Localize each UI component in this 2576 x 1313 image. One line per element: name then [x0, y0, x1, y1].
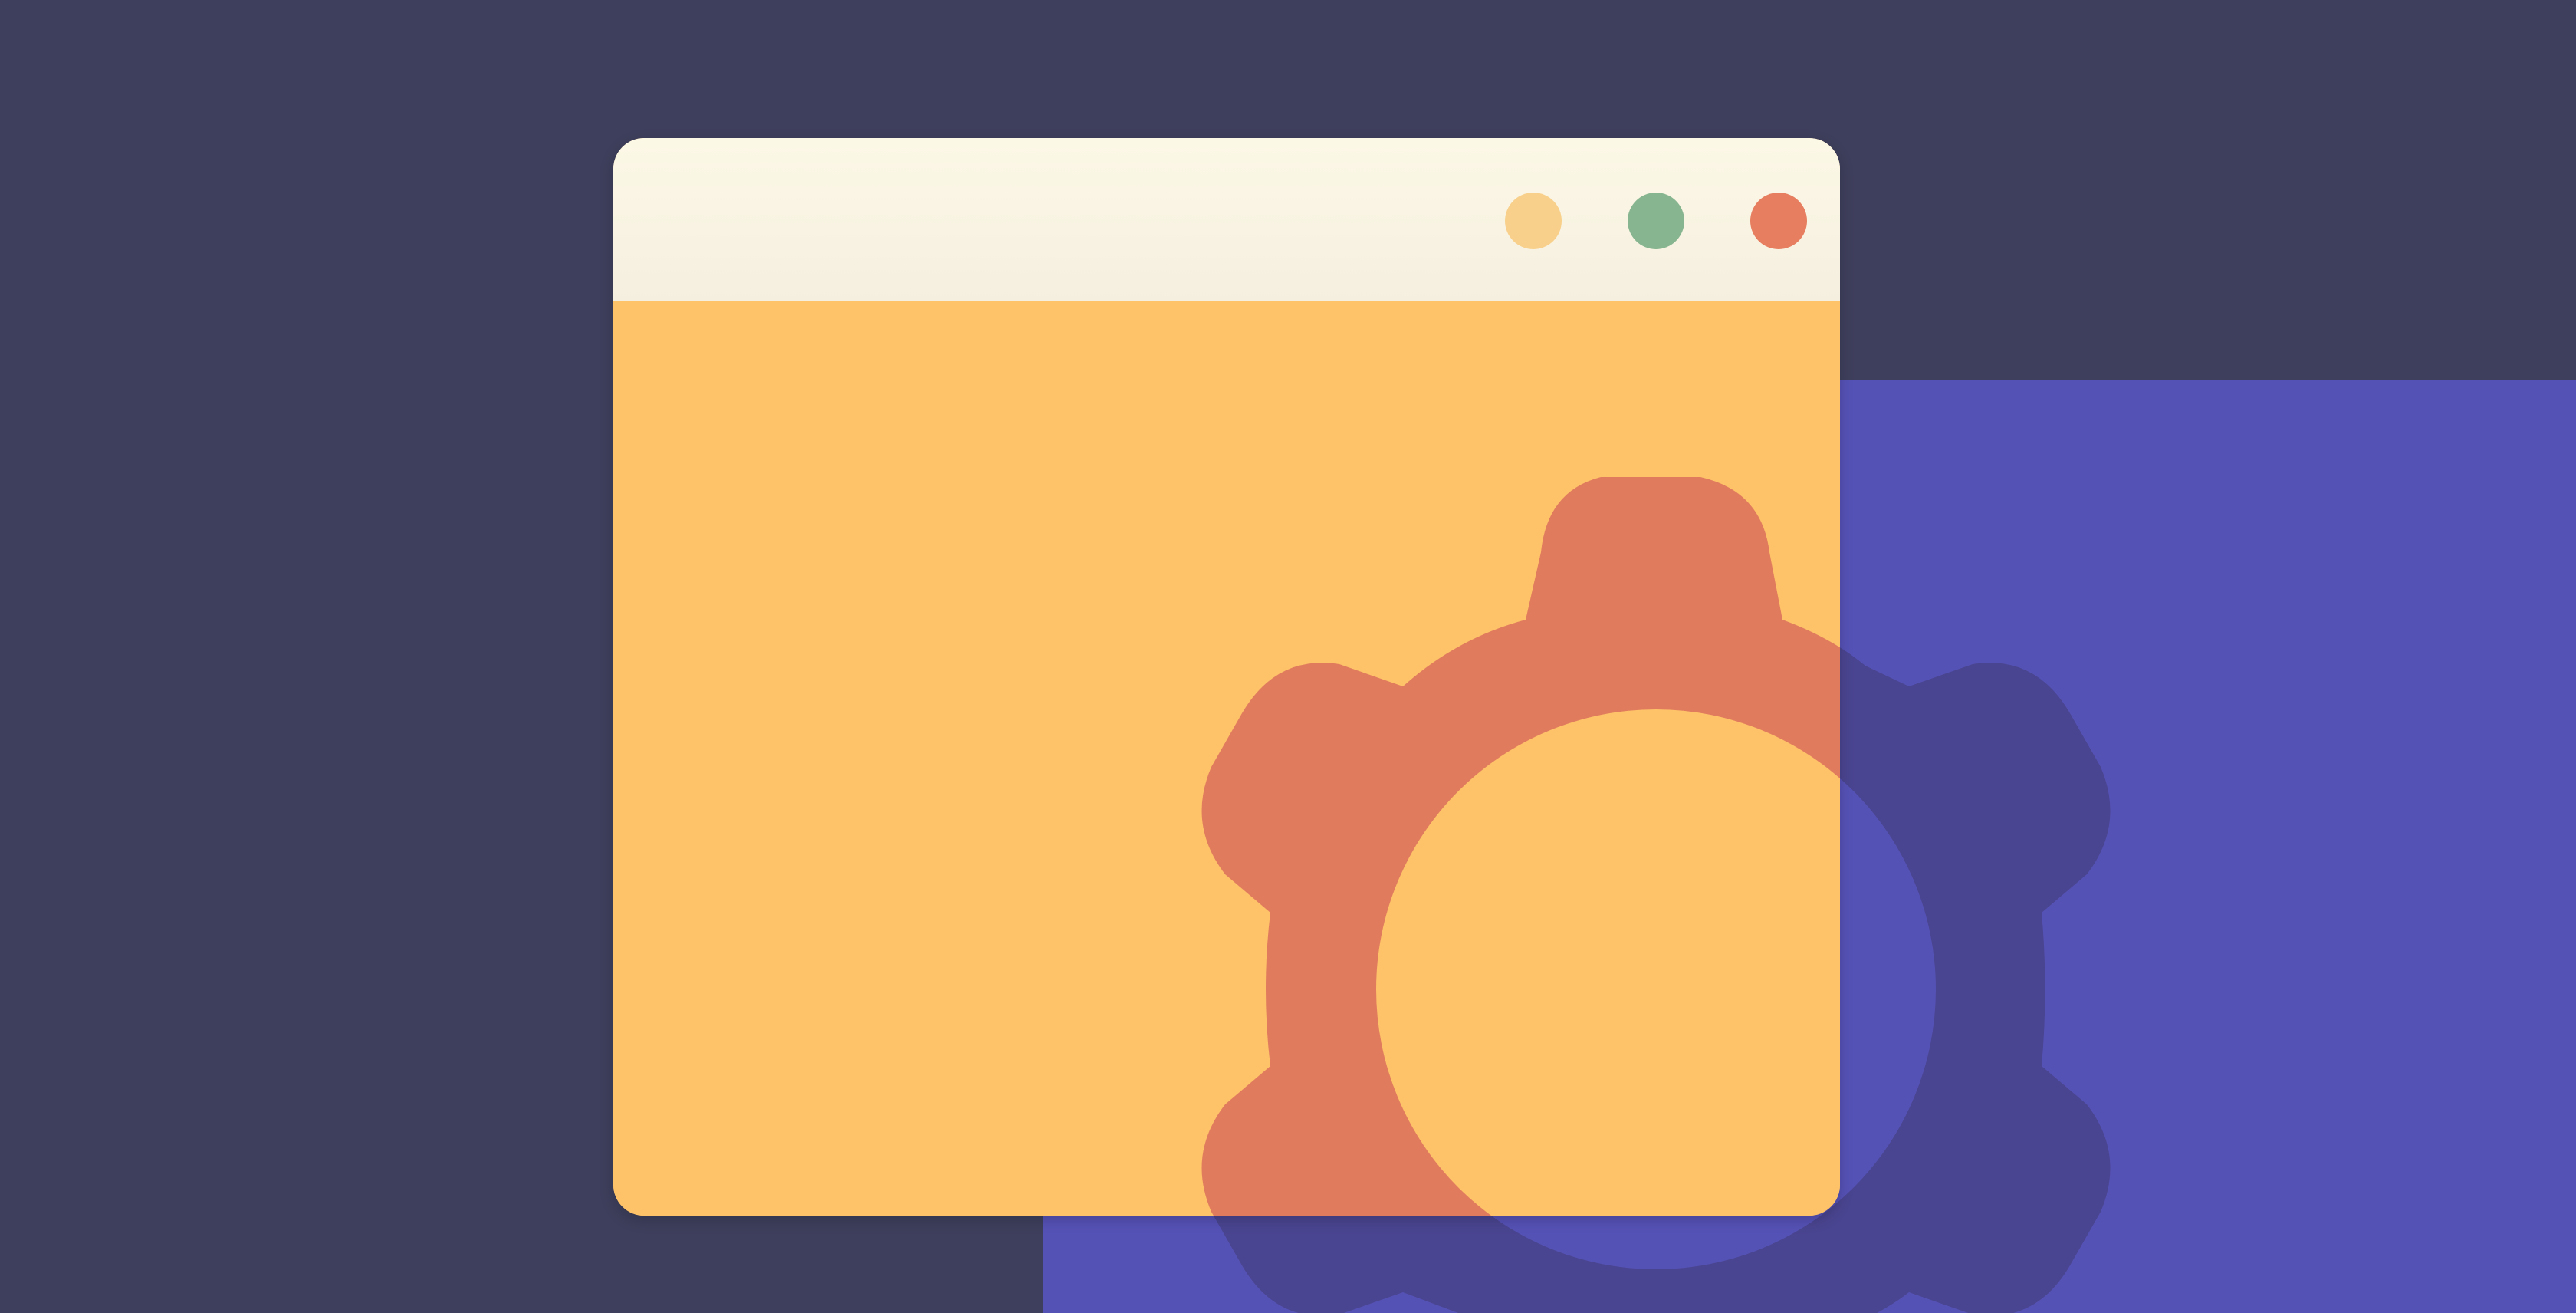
close-button[interactable]	[1750, 193, 1807, 249]
maximize-button[interactable]	[1628, 193, 1684, 249]
minimize-button[interactable]	[1505, 193, 1562, 249]
app-window	[613, 138, 1840, 1216]
window-titlebar[interactable]	[613, 138, 1840, 301]
window-content	[613, 301, 1840, 1216]
